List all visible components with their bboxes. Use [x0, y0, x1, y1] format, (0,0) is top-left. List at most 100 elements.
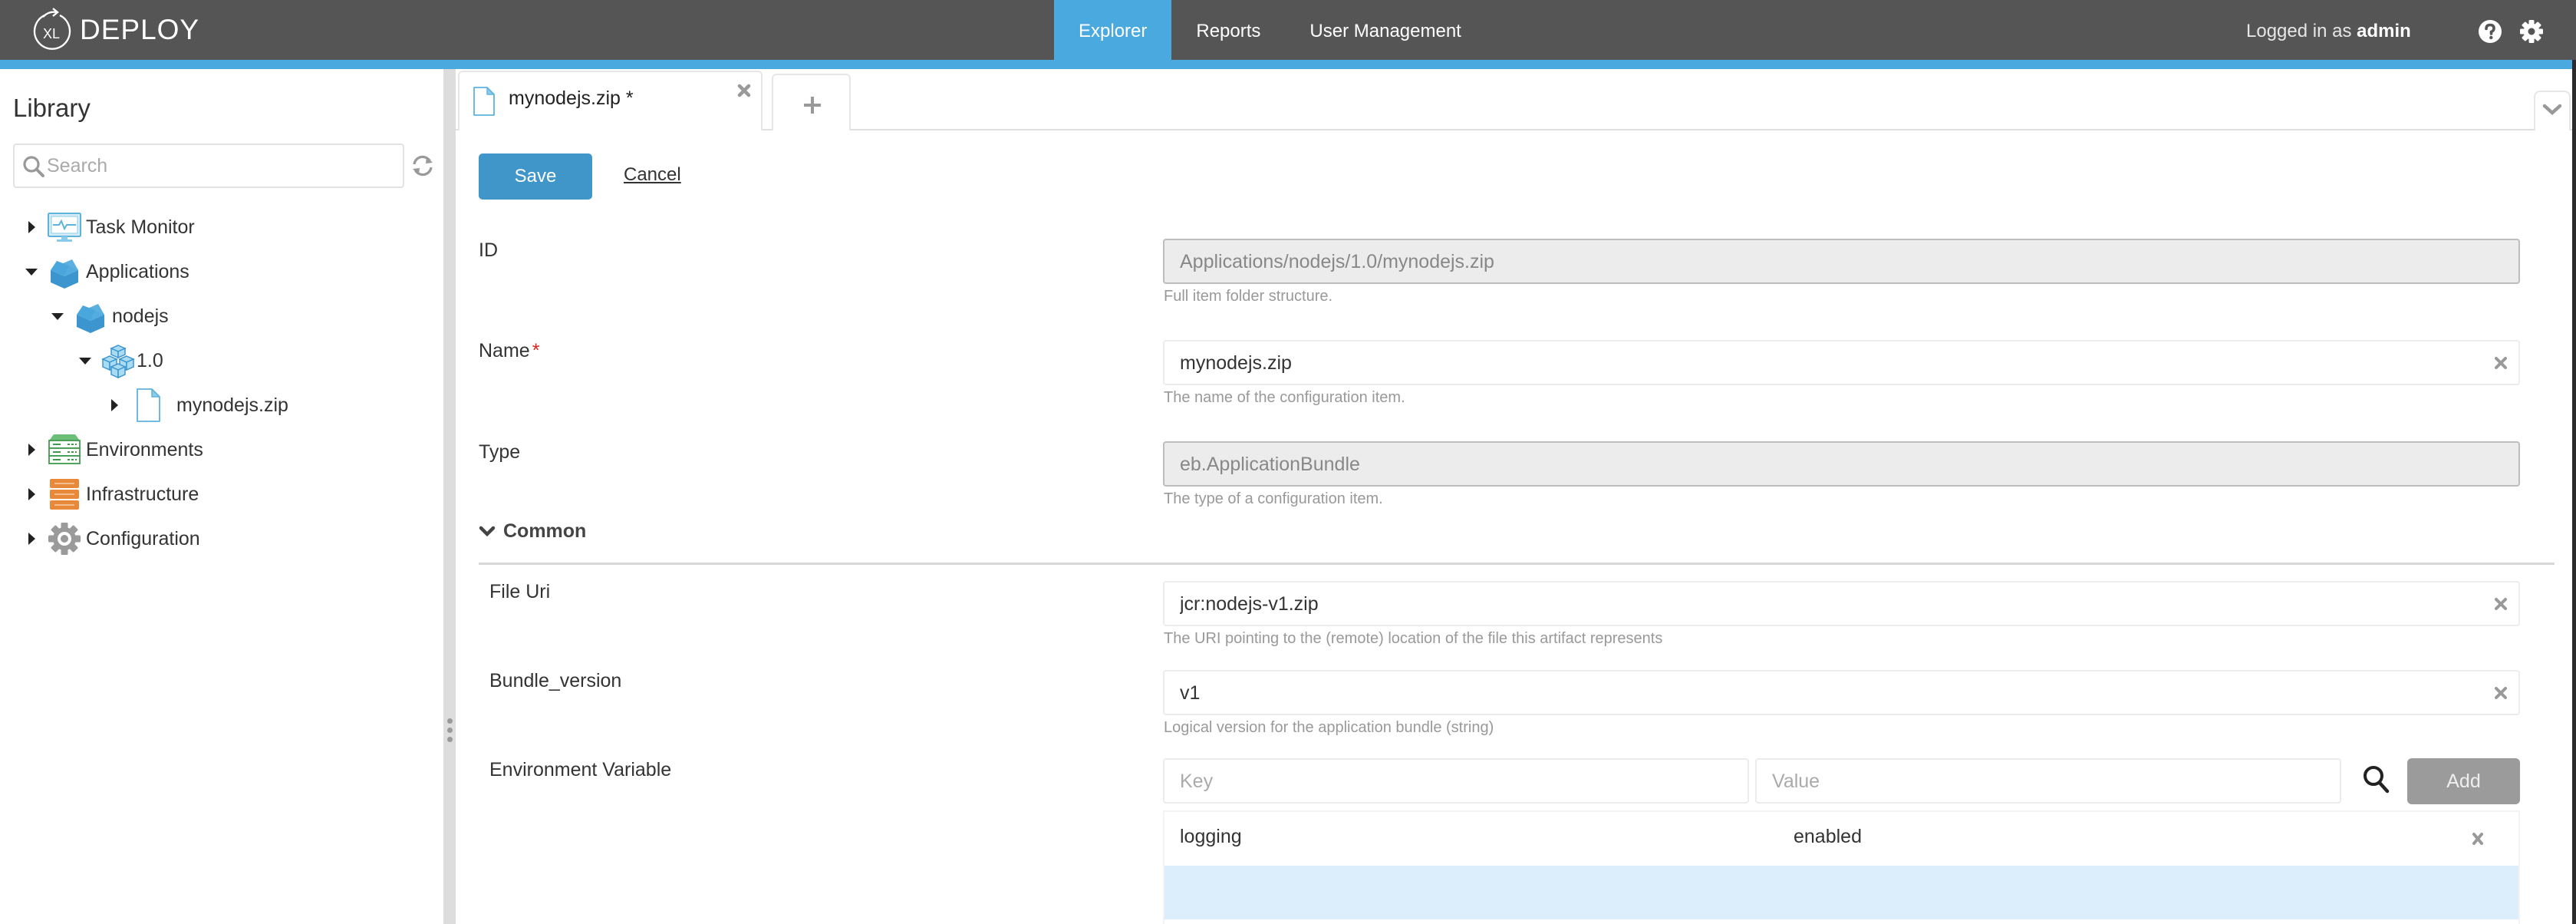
env-key-cell: logging	[1180, 826, 1242, 847]
id-help-text: Full item folder structure.	[1164, 288, 1333, 305]
nav-user-management[interactable]: User Management	[1285, 0, 1485, 60]
file-uri-help-text: The URI pointing to the (remote) locatio…	[1164, 630, 1663, 647]
search-icon	[23, 156, 44, 177]
tree-item-nodejs[interactable]: nodejs	[51, 297, 169, 335]
caret-right-icon[interactable]	[107, 398, 121, 412]
grip-dot	[447, 728, 453, 733]
window-edge	[2572, 60, 2576, 924]
save-button[interactable]: Save	[479, 153, 592, 200]
tree-item-infrastructure[interactable]: Infrastructure	[25, 475, 199, 513]
env-value-field[interactable]	[1755, 758, 2341, 804]
cancel-link[interactable]: Cancel	[624, 164, 681, 186]
sidebar-resize-handle[interactable]	[443, 69, 456, 924]
top-navigation-bar: XL DEPLOY Explorer Reports User Manageme…	[0, 0, 2576, 60]
tab-overflow-menu[interactable]	[2534, 91, 2571, 130]
env-key-input[interactable]	[1180, 766, 1705, 797]
tree-item-task-monitor[interactable]: Task Monitor	[25, 208, 195, 246]
nav-reports[interactable]: Reports	[1171, 0, 1285, 60]
caret-down-icon[interactable]	[78, 354, 92, 368]
logged-in-status: Logged in as admin	[2246, 0, 2411, 60]
table-row[interactable]: logging enabled	[1164, 812, 2518, 866]
tree-item-label: nodejs	[112, 305, 169, 327]
name-field[interactable]	[1163, 340, 2520, 385]
search-icon[interactable]	[2363, 765, 2390, 794]
common-section-toggle[interactable]: Common	[479, 520, 586, 543]
env-value-input[interactable]	[1772, 766, 2297, 797]
tree-item-label: Applications	[86, 260, 189, 282]
logged-in-prefix: Logged in as	[2246, 21, 2352, 41]
chevron-down-icon	[2542, 104, 2562, 116]
environment-variable-label: Environment Variable	[489, 759, 672, 780]
caret-right-icon[interactable]	[25, 220, 38, 234]
required-asterisk: *	[532, 340, 540, 361]
file-uri-field[interactable]	[1163, 581, 2520, 626]
bundle-version-field[interactable]	[1163, 670, 2520, 715]
type-field	[1163, 441, 2520, 487]
tree-item-label: 1.0	[137, 349, 163, 371]
caret-right-icon[interactable]	[25, 443, 38, 457]
file-icon	[473, 87, 495, 116]
deployment-package-icon	[101, 345, 135, 379]
caret-down-icon[interactable]	[51, 309, 64, 323]
caret-down-icon[interactable]	[25, 265, 38, 279]
name-help-text: The name of the configuration item.	[1164, 389, 1405, 406]
bundle-version-help-text: Logical version for the application bund…	[1164, 719, 1494, 736]
caret-right-icon[interactable]	[25, 487, 38, 501]
bundle-version-label: Bundle_version	[489, 670, 622, 691]
clear-file-uri-icon[interactable]	[2494, 597, 2508, 611]
tab-label: mynodejs.zip *	[509, 87, 634, 109]
bundle-version-input[interactable]	[1180, 678, 2469, 708]
type-help-text: The type of a configuration item.	[1164, 490, 1383, 507]
plus-icon	[804, 97, 821, 114]
id-label: ID	[479, 239, 498, 261]
nav-explorer[interactable]: Explorer	[1054, 0, 1172, 60]
tab-mynodejs-zip[interactable]: mynodejs.zip *	[458, 71, 763, 130]
xl-logo-icon: XL	[33, 8, 71, 50]
common-section-title: Common	[503, 520, 587, 542]
name-label-text: Name	[479, 340, 530, 361]
file-uri-input[interactable]	[1180, 589, 2469, 619]
add-env-variable-button[interactable]: Add	[2407, 758, 2520, 804]
tree-item-applications[interactable]: Applications	[25, 252, 189, 291]
help-icon[interactable]	[2478, 19, 2502, 44]
type-input	[1180, 449, 2469, 480]
applications-icon	[51, 259, 78, 289]
clear-bundle-version-icon[interactable]	[2494, 686, 2508, 700]
chevron-down-icon	[479, 526, 496, 536]
tree-item-mynodejs-zip[interactable]: mynodejs.zip	[107, 386, 288, 424]
caret-right-icon[interactable]	[25, 532, 38, 546]
env-key-field[interactable]	[1163, 758, 1749, 804]
infrastructure-icon	[50, 479, 79, 510]
table-row-new[interactable]	[1164, 866, 2518, 919]
logo-text: DEPLOY	[80, 14, 200, 45]
environments-icon	[48, 434, 81, 464]
accent-strip	[0, 60, 2576, 69]
file-uri-label: File Uri	[489, 581, 551, 602]
refresh-icon[interactable]	[410, 153, 435, 178]
tree-item-label: Environments	[86, 438, 203, 460]
grip-dot	[447, 718, 453, 724]
tree-item-version-1-0[interactable]: 1.0	[78, 342, 163, 380]
close-tab-icon[interactable]	[736, 83, 752, 98]
section-divider	[479, 563, 2555, 565]
env-value-cell: enabled	[1794, 826, 1862, 847]
library-search-input[interactable]	[47, 150, 396, 182]
add-tab-button[interactable]	[772, 74, 851, 130]
tree-item-label: Configuration	[86, 527, 200, 549]
tree-item-label: Task Monitor	[86, 216, 195, 238]
library-search[interactable]	[13, 144, 404, 188]
remove-entry-icon[interactable]	[2471, 832, 2485, 846]
xl-deploy-logo[interactable]: XL DEPLOY	[29, 6, 199, 54]
tree-item-configuration[interactable]: Configuration	[25, 520, 200, 558]
tree-item-environments[interactable]: Environments	[25, 431, 203, 469]
settings-gear-icon[interactable]	[2519, 19, 2544, 44]
env-variable-table: logging enabled	[1163, 810, 2520, 924]
configuration-gear-icon	[48, 523, 81, 555]
tree-item-label: Infrastructure	[86, 483, 199, 505]
library-title: Library	[13, 94, 91, 122]
name-input[interactable]	[1180, 348, 2469, 378]
task-monitor-icon	[48, 213, 81, 242]
username: admin	[2357, 21, 2411, 41]
main-nav: Explorer Reports User Management	[1054, 0, 1486, 60]
clear-name-icon[interactable]	[2494, 356, 2508, 370]
